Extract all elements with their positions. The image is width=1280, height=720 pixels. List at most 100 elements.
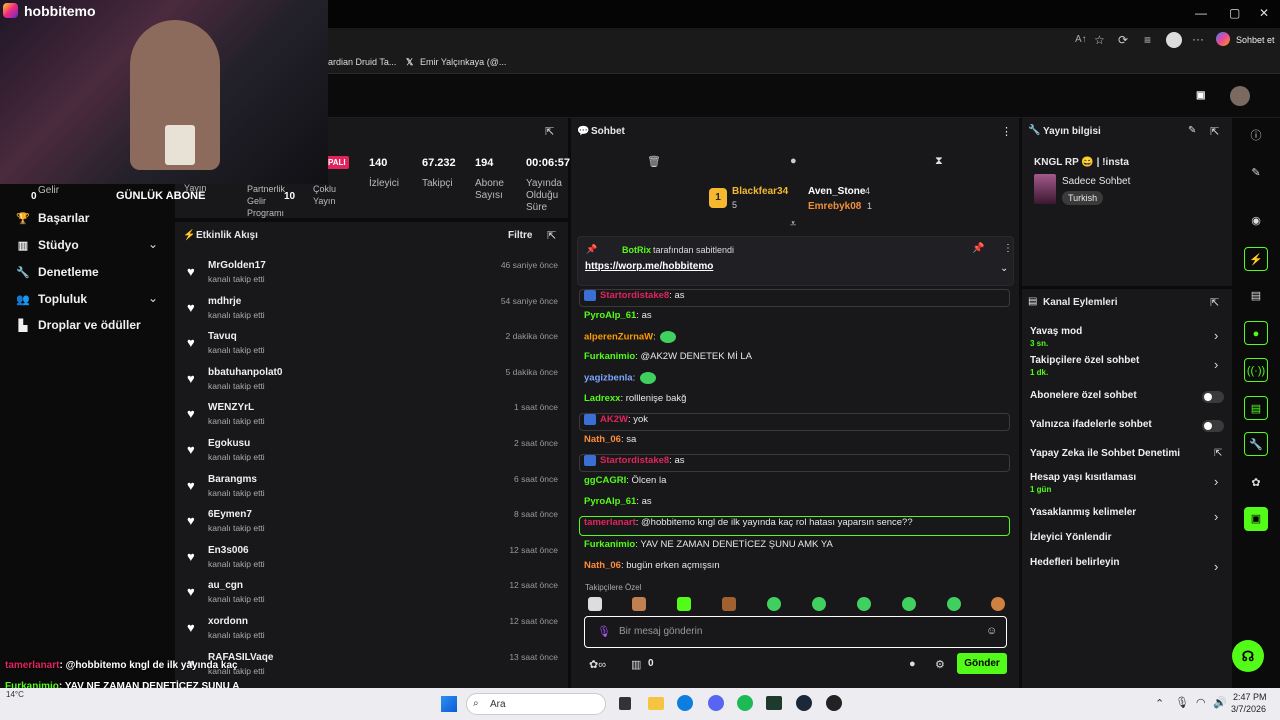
popout-icon[interactable]: ⇱ <box>1210 296 1219 309</box>
sidebar-item-studio[interactable]: ▥ Stüdyo <box>16 238 79 252</box>
maximize-icon[interactable]: ▢ <box>1229 6 1240 20</box>
bolt-icon[interactable]: ⚡ <box>1244 247 1268 271</box>
popout-icon[interactable]: ⇱ <box>547 229 556 242</box>
toggle-switch[interactable] <box>1202 420 1224 432</box>
avatar[interactable] <box>1230 86 1250 106</box>
channel-action-label[interactable]: Abonelere özel sohbet <box>1030 390 1137 401</box>
emote-icon[interactable] <box>722 597 736 611</box>
chat-username[interactable]: alperenZurnaW <box>584 332 653 343</box>
taskview-icon[interactable] <box>619 697 631 710</box>
wifi-icon[interactable]: ◠ <box>1196 696 1206 709</box>
emoji-icon[interactable]: ☺ <box>986 625 997 637</box>
emote-icon[interactable] <box>588 597 602 611</box>
read-aloud-icon[interactable]: A↑ <box>1075 34 1087 45</box>
popout-icon[interactable]: ⇱ <box>545 125 554 138</box>
event-user[interactable]: Egokusu <box>208 438 250 449</box>
channel-icon[interactable]: ▤ <box>1244 396 1268 420</box>
chat-username[interactable]: yagizbenla <box>584 373 633 384</box>
emote-icon[interactable] <box>991 597 1005 611</box>
terminal-icon[interactable] <box>766 696 782 710</box>
emote-icon[interactable] <box>947 597 961 611</box>
edit-icon[interactable]: ✎ <box>1188 125 1196 136</box>
more-vertical-icon[interactable]: ⋮ <box>1003 243 1013 254</box>
chevron-right-icon[interactable]: › <box>1214 328 1218 343</box>
external-link-icon[interactable]: ⇱ <box>1214 448 1222 459</box>
chat-username[interactable]: Ladrexx <box>584 393 620 404</box>
popout-icon[interactable]: ⇱ <box>1210 125 1219 138</box>
channel-action-label[interactable]: Yalnızca ifadelerle sohbet <box>1030 419 1152 430</box>
emote-icon[interactable] <box>812 597 826 611</box>
broadcast-icon[interactable]: ((·)) <box>1244 358 1268 382</box>
windows-start-icon[interactable] <box>441 696 457 712</box>
chevron-up-icon[interactable]: ⌃ <box>1155 697 1164 710</box>
kick-icon[interactable]: ▣ <box>1244 507 1268 531</box>
chat-username[interactable]: tamerlanart <box>584 517 636 528</box>
explorer-icon[interactable] <box>648 697 664 710</box>
channel-action-label[interactable]: Hesap yaşı kısıtlaması <box>1030 472 1136 483</box>
expand-icon[interactable]: ⩡ <box>790 218 796 231</box>
event-user[interactable]: En3s006 <box>208 545 249 556</box>
toggle-switch[interactable] <box>1202 391 1224 403</box>
sidebar-item-achievements[interactable]: 🏆 Başarılar <box>16 211 89 225</box>
emote-icon[interactable] <box>632 597 646 611</box>
event-user[interactable]: bbatuhanpolat0 <box>208 367 282 378</box>
event-user[interactable]: Tavuq <box>208 331 237 342</box>
channel-action-label[interactable]: Takipçilere özel sohbet <box>1030 355 1139 366</box>
chat-input[interactable]: 🎙 Bir mesaj gönderin ☺ <box>584 616 1007 648</box>
gear-icon[interactable]: ⚙ <box>935 658 945 671</box>
info-icon[interactable]: ⓘ <box>1244 124 1268 148</box>
gift-icon[interactable]: ▥ <box>631 658 641 671</box>
chevron-right-icon[interactable]: › <box>1214 357 1218 372</box>
chat-username[interactable]: PyroAlp_61 <box>584 496 636 507</box>
chat-username[interactable]: Nath_06 <box>584 434 621 445</box>
chat-bubble-icon[interactable]: ● <box>909 658 916 670</box>
points-icon[interactable]: ✿ <box>1244 471 1268 495</box>
profile-icon[interactable] <box>1166 32 1182 48</box>
chevron-right-icon[interactable]: › <box>1214 559 1218 574</box>
event-user[interactable]: 6Eymen7 <box>208 509 252 520</box>
sidebar-item-moderation[interactable]: 🔧 Denetleme <box>16 265 99 279</box>
wrench-icon[interactable]: 🔧 <box>1244 432 1268 456</box>
points-icon[interactable]: ✿∞ <box>589 658 606 671</box>
steam-icon[interactable] <box>796 695 812 711</box>
emote-icon[interactable] <box>857 597 871 611</box>
hourglass-icon[interactable]: ⧗ <box>935 155 943 168</box>
channel-action-label[interactable]: Hedefleri belirleyin <box>1030 557 1119 568</box>
chat-username[interactable]: PyroAlp_61 <box>584 310 636 321</box>
event-user[interactable]: mdhrje <box>208 296 241 307</box>
chevron-down-icon[interactable]: ⌄ <box>148 291 158 305</box>
chat-username[interactable]: Startordistake8 <box>600 455 669 466</box>
chat-username[interactable]: AK2W <box>600 414 628 425</box>
taskbar-search[interactable]: ⌕ Ara <box>466 693 606 715</box>
favorites-icon[interactable]: ≡ <box>1144 33 1151 47</box>
edge-icon[interactable] <box>677 695 693 711</box>
chat-username[interactable]: Startordistake8 <box>600 290 669 301</box>
channel-action-label[interactable]: Yavaş mod <box>1030 326 1082 337</box>
chat-username[interactable]: Furkanimio <box>584 351 635 362</box>
copilot-icon[interactable] <box>1216 32 1230 46</box>
filter-button[interactable]: Filtre <box>508 230 532 241</box>
chat-icon[interactable]: ● <box>1244 321 1268 345</box>
channel-action-label[interactable]: Yapay Zeka ile Sohbet Denetimi <box>1030 448 1180 459</box>
more-icon[interactable]: ··· <box>1192 32 1204 46</box>
close-icon[interactable]: ✕ <box>1259 6 1269 20</box>
mic-icon[interactable]: 🎙 <box>1175 696 1189 709</box>
volume-icon[interactable]: 🔊 <box>1213 696 1227 709</box>
event-user[interactable]: xordonn <box>208 616 248 627</box>
mic-icon[interactable]: 🎙 <box>597 625 611 638</box>
camera-icon[interactable]: ◉ <box>1244 209 1268 233</box>
hd-icon[interactable]: ▣ <box>1196 90 1205 101</box>
extension-icon[interactable]: ⟳ <box>1118 33 1128 47</box>
spotify-icon[interactable] <box>737 695 753 711</box>
channel-action-label[interactable]: İzleyici Yönlendir <box>1030 532 1112 543</box>
pinned-link[interactable]: https://worp.me/hobbitemo <box>585 261 713 272</box>
chevron-down-icon[interactable]: ⌄ <box>1000 263 1008 274</box>
sidebar-item-drops[interactable]: ▙ Droplar ve ödüller <box>16 318 141 332</box>
event-user[interactable]: Barangms <box>208 474 257 485</box>
emote-icon[interactable] <box>902 597 916 611</box>
chat-username[interactable]: Nath_06 <box>584 560 621 571</box>
edit-icon[interactable]: ✎ <box>1244 161 1268 185</box>
chat-username[interactable]: ggCAGRI <box>584 475 626 486</box>
send-button[interactable]: Gönder <box>957 653 1007 674</box>
help-button[interactable]: ☊ <box>1232 640 1264 672</box>
